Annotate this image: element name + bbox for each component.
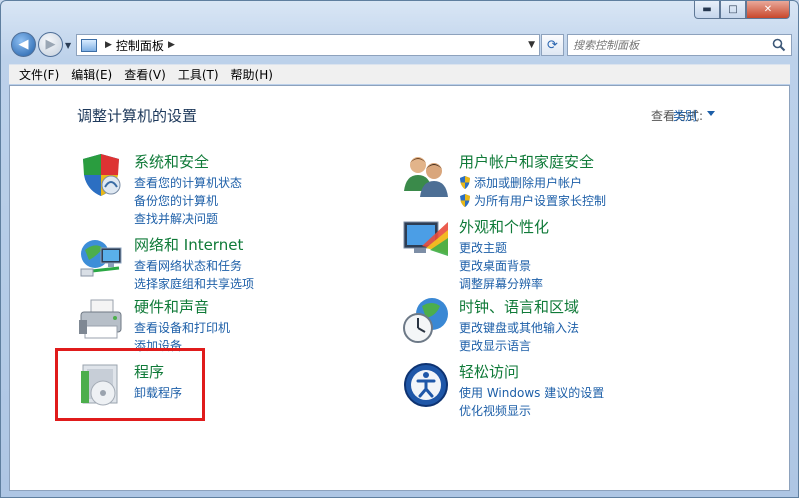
category-title[interactable]: 时钟、语言和区域 bbox=[459, 296, 579, 317]
category-title[interactable]: 轻松访问 bbox=[459, 361, 519, 382]
ease-of-access-icon bbox=[404, 363, 448, 407]
forward-button[interactable]: ▶ bbox=[38, 32, 63, 57]
category-title[interactable]: 网络和 Internet bbox=[134, 234, 243, 255]
page-title: 调整计算机的设置 bbox=[77, 107, 198, 125]
display-icon bbox=[403, 221, 448, 256]
users-icon bbox=[404, 157, 448, 197]
printer-icon bbox=[79, 299, 122, 339]
back-arrow-icon: ◀ bbox=[18, 37, 29, 52]
link-parental-controls[interactable]: 为所有用户设置家长控制 bbox=[459, 191, 606, 209]
search-input[interactable] bbox=[573, 38, 763, 52]
search-icon[interactable] bbox=[772, 38, 786, 52]
link-change-theme[interactable]: 更改主题 bbox=[459, 238, 543, 256]
link-troubleshoot[interactable]: 查找并解决问题 bbox=[134, 209, 242, 227]
shield-icon bbox=[83, 154, 121, 196]
address-dropdown-icon[interactable]: ▼ bbox=[528, 40, 535, 50]
link-change-background[interactable]: 更改桌面背景 bbox=[459, 256, 543, 274]
uac-shield-icon bbox=[460, 193, 470, 207]
category-title[interactable]: 用户帐户和家庭安全 bbox=[459, 151, 594, 172]
link-change-display-language[interactable]: 更改显示语言 bbox=[459, 336, 579, 354]
breadcrumb-chevron-icon[interactable]: ▶ bbox=[168, 40, 175, 50]
control-panel-icon bbox=[81, 38, 97, 52]
window-frame: ▬ □ ✕ ◀ ▶ ▼ ▶ 控制面板 ▶ ▼ ⟳ 文件(F) 编辑(E) 查看(… bbox=[0, 0, 799, 498]
category-title[interactable]: 硬件和声音 bbox=[134, 296, 209, 317]
minimize-button[interactable]: ▬ bbox=[694, 1, 720, 19]
search-box[interactable] bbox=[567, 34, 792, 56]
refresh-button[interactable]: ⟳ bbox=[541, 34, 564, 56]
link-windows-recommended[interactable]: 使用 Windows 建议的设置 bbox=[459, 383, 604, 401]
menu-file[interactable]: 文件(F) bbox=[13, 66, 65, 83]
menu-bar: 文件(F) 编辑(E) 查看(V) 工具(T) 帮助(H) bbox=[9, 64, 790, 84]
category-title[interactable]: 系统和安全 bbox=[134, 151, 209, 172]
link-change-keyboard[interactable]: 更改键盘或其他输入法 bbox=[459, 318, 579, 336]
network-globe-icon bbox=[80, 240, 122, 277]
link-backup-computer[interactable]: 备份您的计算机 bbox=[134, 191, 242, 209]
menu-edit[interactable]: 编辑(E) bbox=[65, 66, 118, 83]
link-view-network-status[interactable]: 查看网络状态和任务 bbox=[134, 256, 254, 274]
link-homegroup-sharing[interactable]: 选择家庭组和共享选项 bbox=[134, 274, 254, 292]
menu-view[interactable]: 查看(V) bbox=[118, 66, 172, 83]
recent-pages-dropdown[interactable]: ▼ bbox=[65, 41, 71, 50]
uac-shield-icon bbox=[460, 175, 470, 189]
category-title[interactable]: 外观和个性化 bbox=[459, 216, 549, 237]
forward-arrow-icon: ▶ bbox=[45, 37, 56, 52]
view-by-arrow-icon[interactable] bbox=[707, 111, 715, 116]
link-label[interactable]: 添加或删除用户帐户 bbox=[474, 174, 582, 191]
view-by-dropdown[interactable]: 类别 bbox=[673, 107, 697, 124]
close-button[interactable]: ✕ bbox=[746, 1, 790, 19]
refresh-icon: ⟳ bbox=[547, 37, 558, 53]
breadcrumb-chevron-icon[interactable]: ▶ bbox=[105, 40, 112, 50]
caption-buttons: ▬ □ ✕ bbox=[694, 1, 790, 20]
highlight-annotation bbox=[55, 348, 205, 421]
content-area: 调整计算机的设置 查看方式: 类别 系统和安全 查看您的计算机状态 备份您的计算… bbox=[9, 85, 790, 491]
link-optimize-video[interactable]: 优化视频显示 bbox=[459, 401, 604, 419]
address-bar[interactable]: ▶ 控制面板 ▶ ▼ bbox=[76, 34, 540, 56]
menu-tools[interactable]: 工具(T) bbox=[172, 66, 225, 83]
menu-help[interactable]: 帮助(H) bbox=[225, 66, 279, 83]
link-devices-printers[interactable]: 查看设备和打印机 bbox=[134, 318, 230, 336]
link-screen-resolution[interactable]: 调整屏幕分辨率 bbox=[459, 274, 543, 292]
maximize-button[interactable]: □ bbox=[720, 1, 746, 19]
link-view-computer-status[interactable]: 查看您的计算机状态 bbox=[134, 173, 242, 191]
navigation-bar: ◀ ▶ ▼ ▶ 控制面板 ▶ ▼ ⟳ bbox=[9, 30, 792, 58]
link-add-remove-accounts[interactable]: 添加或删除用户帐户 bbox=[459, 173, 606, 191]
link-label[interactable]: 为所有用户设置家长控制 bbox=[474, 192, 606, 209]
clock-globe-icon bbox=[403, 298, 448, 343]
breadcrumb-control-panel[interactable]: 控制面板 bbox=[116, 37, 164, 54]
back-button[interactable]: ◀ bbox=[11, 32, 36, 57]
